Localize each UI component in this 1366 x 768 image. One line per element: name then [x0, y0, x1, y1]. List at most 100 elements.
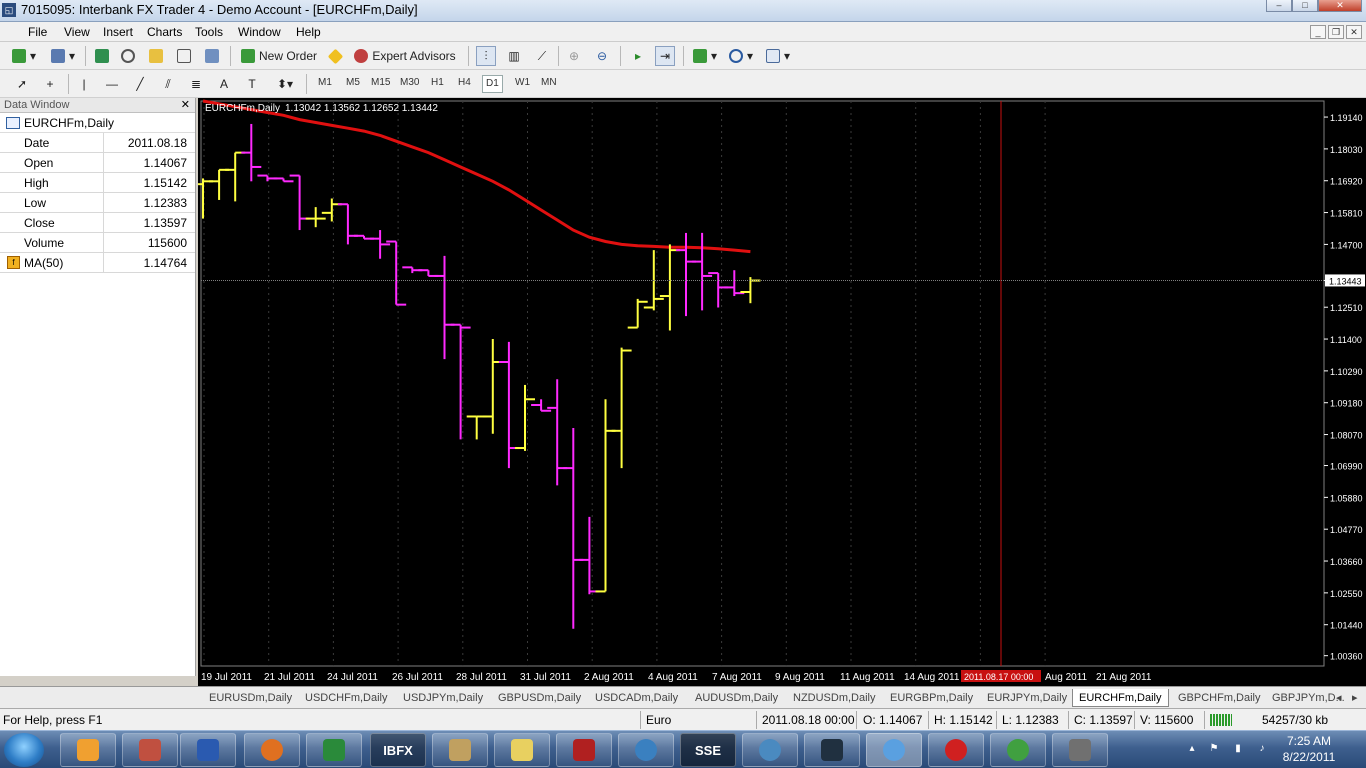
expert-advisors-button[interactable]: Expert Advisors: [352, 46, 458, 66]
metaeditor-button[interactable]: [325, 46, 345, 66]
menu-view[interactable]: View: [64, 25, 90, 39]
menu-insert[interactable]: Insert: [103, 25, 133, 39]
data-window-button[interactable]: [118, 46, 138, 66]
tab-scroll-left-icon[interactable]: ◂: [1336, 689, 1342, 707]
status-open: O: 1.14067: [863, 713, 923, 727]
maximize-icon[interactable]: □: [1292, 0, 1318, 12]
tab-eurgbpm[interactable]: EURGBPm,Daily: [890, 689, 973, 707]
navigator-button[interactable]: [146, 46, 166, 66]
taskbar-disc[interactable]: [990, 733, 1046, 767]
line-chart-button[interactable]: ⟋: [532, 46, 552, 66]
crosshair-icon[interactable]: +: [40, 74, 60, 94]
tab-gbpjpym[interactable]: GBPJPYm,D...: [1272, 689, 1345, 707]
trendline-icon[interactable]: ╱: [130, 74, 150, 94]
tab-gbpchfm[interactable]: GBPCHFm,Daily: [1178, 689, 1261, 707]
tray-volume-icon[interactable]: ♪: [1256, 743, 1268, 755]
menu-tools[interactable]: Tools: [195, 25, 223, 39]
menu-window[interactable]: Window: [238, 25, 281, 39]
period-mn[interactable]: MN: [541, 77, 557, 88]
system-clock[interactable]: 7:25 AM 8/22/2011: [1274, 733, 1344, 765]
tab-usdcadm[interactable]: USDCADm,Daily: [595, 689, 678, 707]
period-m5[interactable]: M5: [346, 77, 360, 88]
periods-clock-icon[interactable]: ▾: [726, 46, 756, 66]
templates-button[interactable]: ▾: [762, 46, 794, 66]
taskbar-calculator[interactable]: [556, 733, 612, 767]
horizontal-line-icon[interactable]: —: [102, 74, 122, 94]
period-h1[interactable]: H1: [431, 77, 444, 88]
fibonacci-icon[interactable]: ≣: [186, 74, 206, 94]
tray-flag-icon[interactable]: ⚑: [1208, 743, 1220, 755]
taskbar-clock[interactable]: [618, 733, 674, 767]
minimize-icon[interactable]: –: [1266, 0, 1292, 12]
tab-usdchfm[interactable]: USDCHFm,Daily: [305, 689, 388, 707]
taskbar-archive[interactable]: [122, 733, 178, 767]
vertical-line-icon[interactable]: |: [74, 74, 94, 94]
taskbar-twitter[interactable]: [866, 733, 922, 767]
mdi-minimize-icon[interactable]: _: [1310, 25, 1326, 39]
tab-nzdusdm[interactable]: NZDUSDm,Daily: [793, 689, 876, 707]
text-label-icon[interactable]: T: [242, 74, 262, 94]
taskbar-scanner[interactable]: [432, 733, 488, 767]
start-orb-icon[interactable]: [4, 733, 44, 767]
new-order-button[interactable]: New Order: [238, 46, 320, 66]
mdi-close-icon[interactable]: ✕: [1346, 25, 1362, 39]
period-d1[interactable]: D1: [482, 75, 503, 93]
chart-shift-button[interactable]: ⇥: [655, 46, 675, 66]
terminal-button[interactable]: [174, 46, 194, 66]
strategy-tester-button[interactable]: [202, 46, 222, 66]
menu-charts[interactable]: Charts: [147, 25, 182, 39]
close-icon[interactable]: ✕: [181, 98, 190, 113]
ohlc-bar: [225, 151, 246, 202]
indicators-button[interactable]: ▾: [690, 46, 720, 66]
channel-icon[interactable]: ⫽: [158, 74, 178, 94]
tab-audusdm[interactable]: AUDUSDm,Daily: [695, 689, 778, 707]
period-w1[interactable]: W1: [515, 77, 530, 88]
taskbar-firefox[interactable]: [244, 733, 300, 767]
new-chart-button[interactable]: ▾: [8, 46, 40, 66]
date-label: 21 Jul 2011: [264, 672, 315, 683]
zoom-in-icon[interactable]: ⊕: [564, 46, 584, 66]
taskbar-sse[interactable]: SSE: [680, 733, 736, 767]
taskbar-outlook[interactable]: [60, 733, 116, 767]
profiles-button[interactable]: ▾: [48, 46, 78, 66]
period-m15[interactable]: M15: [371, 77, 390, 88]
auto-scroll-button[interactable]: ▸: [628, 46, 648, 66]
taskbar-excel[interactable]: [306, 733, 362, 767]
taskbar-apple[interactable]: [928, 733, 984, 767]
bar-chart-button[interactable]: ⫶: [476, 46, 496, 66]
taskbar-nav[interactable]: [1052, 733, 1108, 767]
tab-usdjpym[interactable]: USDJPYm,Daily: [403, 689, 483, 707]
tab-eurusdm[interactable]: EURUSDm,Daily: [209, 689, 292, 707]
chart-window[interactable]: 1.19140 1.18030 1.16920 1.15810 1.14700 1.134…: [198, 98, 1366, 686]
close-icon[interactable]: ✕: [1318, 0, 1362, 12]
candlestick-button[interactable]: ▥: [504, 46, 524, 66]
taskbar-bird[interactable]: [742, 733, 798, 767]
period-h4[interactable]: H4: [458, 77, 471, 88]
menu-help[interactable]: Help: [296, 25, 321, 39]
zoom-out-icon[interactable]: ⊖: [592, 46, 612, 66]
tab-eurjpym[interactable]: EURJPYm,Daily: [987, 689, 1067, 707]
mdi-restore-icon[interactable]: ❐: [1328, 25, 1344, 39]
period-m1[interactable]: M1: [318, 77, 332, 88]
data-row-high: High 1.15142: [0, 173, 195, 193]
taskbar-word[interactable]: [180, 733, 236, 767]
tab-scroll-right-icon[interactable]: ▸: [1352, 689, 1358, 707]
price-label: 1.05880: [1330, 493, 1363, 503]
tray-signal-icon[interactable]: ▮: [1232, 743, 1244, 755]
ohlc-bar: [498, 341, 519, 469]
tab-eurchfm[interactable]: EURCHFm,Daily: [1072, 689, 1169, 707]
taskbar-kindle[interactable]: [804, 733, 860, 767]
taskbar-ibfx[interactable]: IBFX: [370, 733, 426, 767]
tray-arrow-icon[interactable]: ▴: [1186, 743, 1198, 755]
market-watch-button[interactable]: [92, 46, 112, 66]
menu-file[interactable]: File: [28, 25, 47, 39]
price-chart[interactable]: 1.19140 1.18030 1.16920 1.15810 1.14700 1.134…: [198, 98, 1366, 686]
period-m30[interactable]: M30: [400, 77, 419, 88]
tab-gbpusdm[interactable]: GBPUSDm,Daily: [498, 689, 581, 707]
indicator-icon: f: [7, 256, 20, 269]
taskbar-notes[interactable]: [494, 733, 550, 767]
ohlc-bar: [676, 232, 696, 317]
text-icon[interactable]: A: [214, 74, 234, 94]
cursor-icon[interactable]: ➚: [12, 74, 32, 94]
arrows-icon[interactable]: ⬍▾: [270, 74, 300, 94]
